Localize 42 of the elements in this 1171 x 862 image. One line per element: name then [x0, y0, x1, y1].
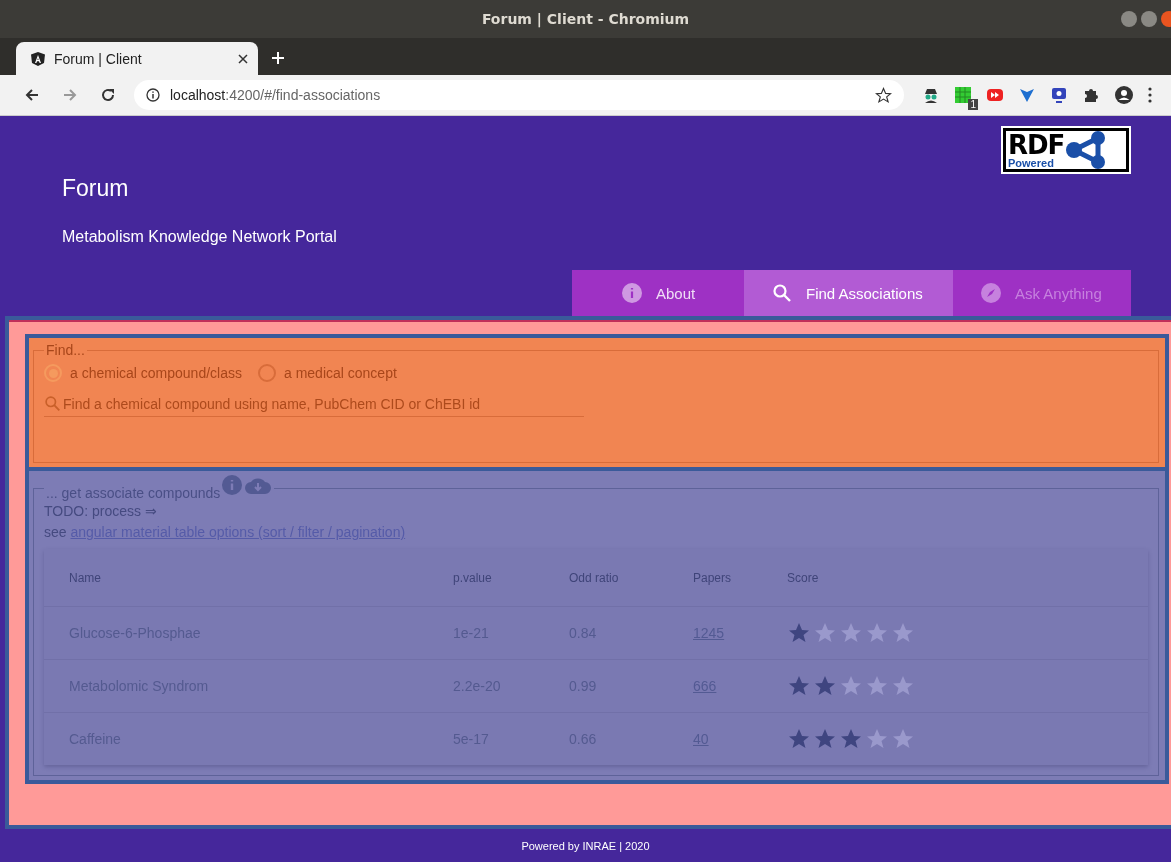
minimize-button[interactable]	[1121, 11, 1137, 27]
nav-tab[interactable]: Find Associations	[744, 270, 953, 316]
bookmark-star-icon[interactable]	[875, 86, 892, 104]
maximize-button[interactable]	[1141, 11, 1157, 27]
todo-note: TODO: process ⇒	[44, 502, 158, 521]
section-legend: Find...	[44, 342, 87, 358]
radio-option[interactable]: a chemical compound/class	[44, 364, 242, 382]
footer-text: Powered by INRAE | 2020	[521, 839, 650, 852]
nav-tab[interactable]: About	[572, 270, 744, 316]
site-title: Forum	[62, 175, 130, 202]
search-icon	[772, 283, 792, 303]
radio-option[interactable]: a medical concept	[258, 364, 397, 382]
new-tab-icon[interactable]	[272, 52, 284, 64]
count-badge: 1	[968, 99, 978, 110]
info-icon[interactable]	[146, 88, 160, 102]
see-label: see	[44, 524, 67, 540]
compass-icon	[981, 283, 1001, 303]
reload-icon[interactable]	[100, 87, 116, 103]
shield-icon	[30, 50, 46, 67]
monitor-icon[interactable]	[1050, 86, 1068, 104]
forward-icon[interactable]	[62, 87, 78, 103]
search-icon	[44, 394, 61, 412]
column-header[interactable]: Papers	[693, 570, 787, 585]
account-icon[interactable]	[1114, 85, 1134, 105]
grid-icon[interactable]	[954, 86, 972, 104]
column-header[interactable]: p.value	[453, 570, 569, 585]
close-tab-icon[interactable]	[238, 53, 248, 64]
column-header[interactable]: Odd ratio	[569, 570, 693, 585]
back-icon[interactable]	[24, 87, 40, 103]
puzzle-icon[interactable]	[1082, 86, 1100, 104]
info-icon	[622, 283, 642, 303]
spy-icon[interactable]	[922, 86, 940, 104]
window-title: Forum | Client - Chromium	[481, 11, 690, 27]
site-subtitle: Metabolism Knowledge Network Portal	[62, 228, 337, 246]
address-field[interactable]: localhost:4200/#/find-associations	[134, 80, 904, 110]
column-header[interactable]: Score	[787, 570, 819, 585]
column-header[interactable]: Name	[69, 570, 453, 585]
browser-tab[interactable]: Forum | Client	[16, 42, 258, 75]
menu-icon[interactable]	[1148, 87, 1152, 103]
video-icon[interactable]	[986, 86, 1004, 104]
search-field[interactable]: Find a chemical compound using name, PubChem CID or ChEBI id	[44, 394, 584, 417]
rdf-logo: RDF Powered	[1003, 128, 1129, 172]
